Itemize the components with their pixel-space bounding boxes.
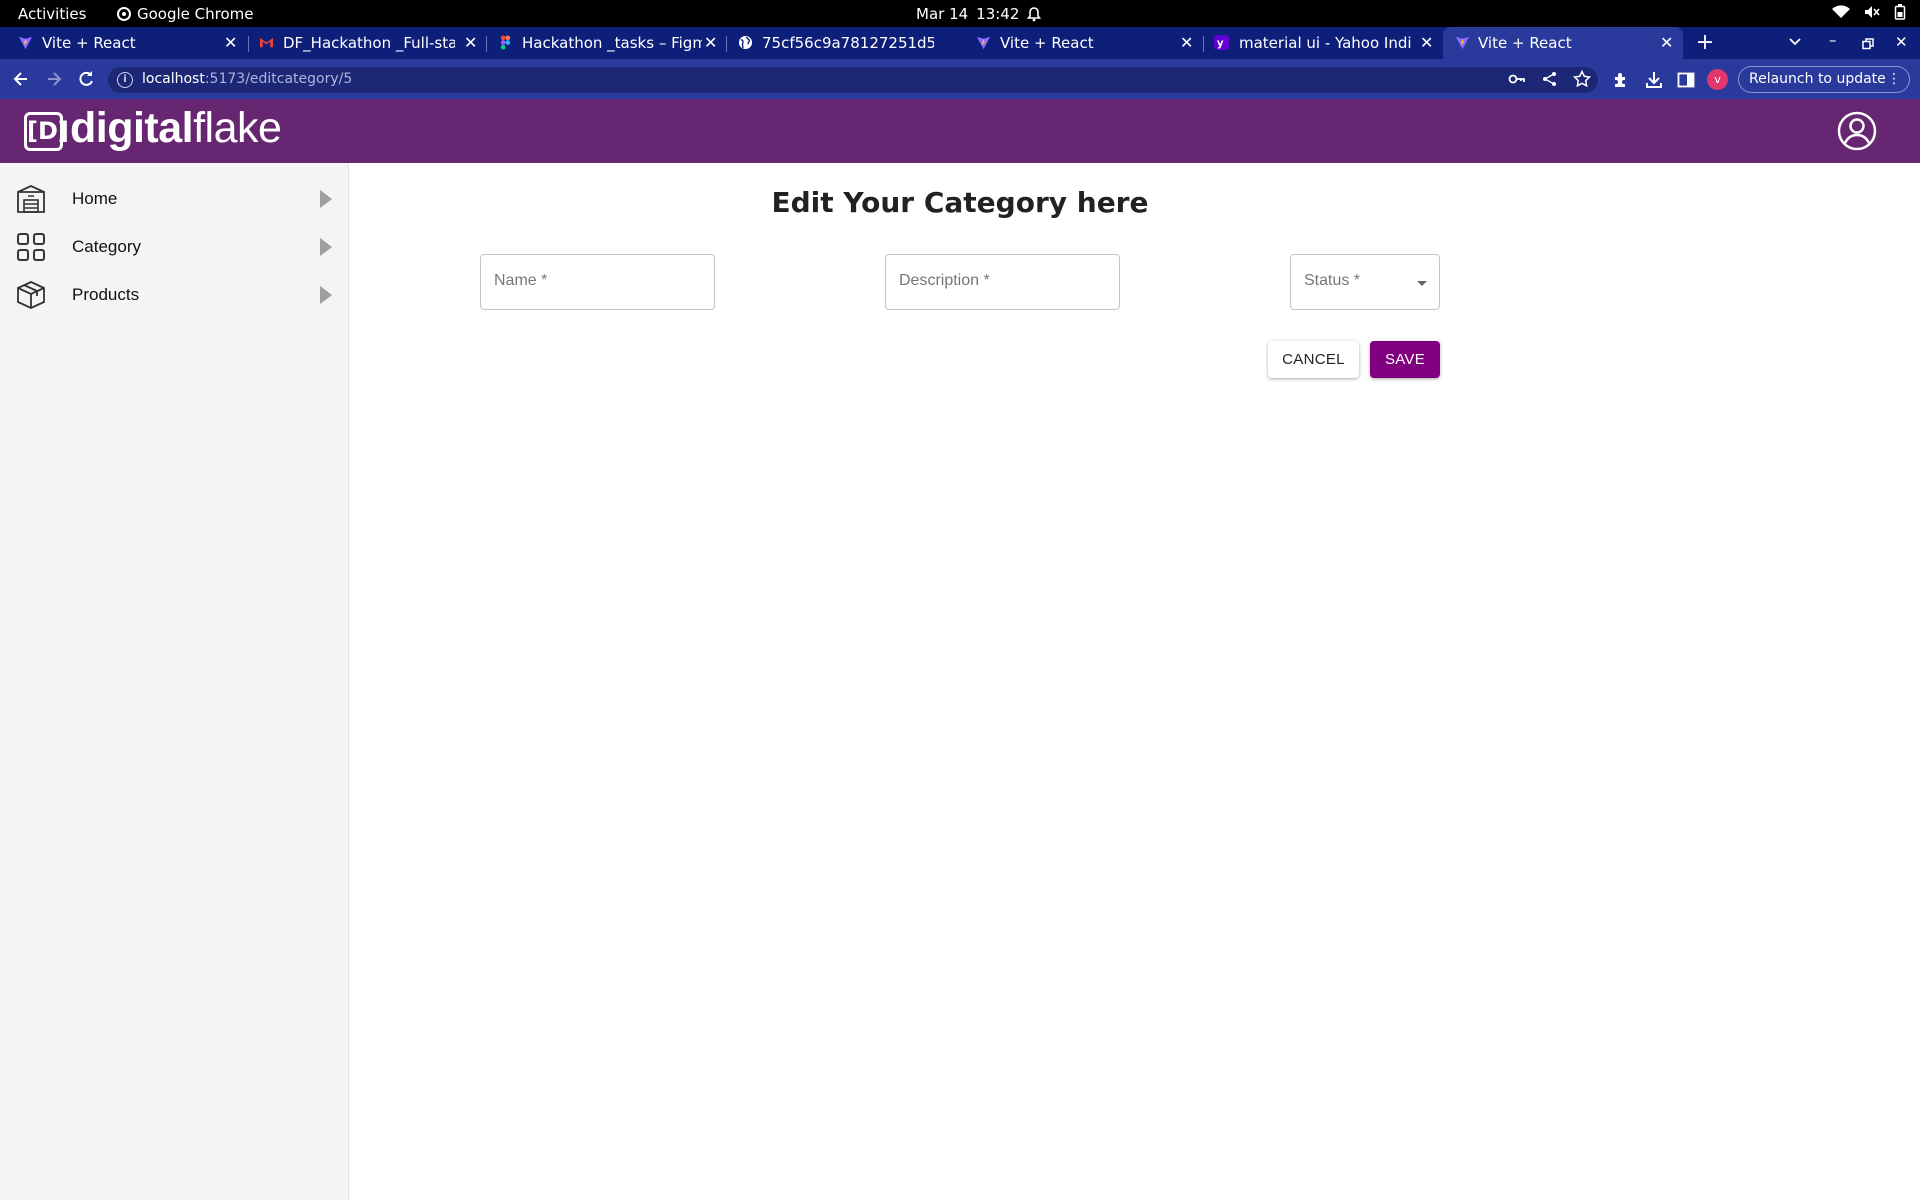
battery-icon: [1894, 4, 1906, 20]
close-icon[interactable]: ✕: [1420, 33, 1433, 52]
sidebar-item-label: Category: [72, 237, 141, 256]
figma-icon: [500, 35, 511, 50]
vite-icon: [18, 36, 33, 50]
browser-tab-active[interactable]: Vite + React ✕: [1443, 27, 1683, 59]
gmail-icon: [259, 37, 274, 48]
save-button[interactable]: SAVE: [1370, 341, 1440, 378]
tab-title: Vite + React: [1478, 34, 1572, 52]
yahoo-icon: y: [1214, 35, 1229, 50]
grid-icon: [17, 233, 45, 261]
browser-tab[interactable]: y material ui - Yahoo India S ✕: [1202, 27, 1442, 59]
browser-tab[interactable]: DF_Hackathon _Full-stac ✕: [242, 27, 482, 59]
sidebar: Home Category Products: [0, 163, 349, 1200]
app-header: [0, 99, 1920, 163]
tab-title: Vite + React: [42, 34, 136, 52]
logo-mark: [D]: [24, 112, 69, 151]
description-field-label: Description *: [899, 272, 990, 289]
browser-tab[interactable]: Vite + React ✕: [962, 27, 1202, 59]
sidebar-item-home[interactable]: Home: [0, 174, 349, 222]
cancel-button[interactable]: CANCEL: [1268, 341, 1359, 378]
profile-avatar[interactable]: v: [1707, 69, 1728, 90]
url-path: :5173/editcategory/5: [204, 71, 353, 87]
back-arrow-icon[interactable]: [11, 69, 31, 89]
name-field[interactable]: Name *: [480, 254, 715, 310]
extensions-icon[interactable]: [1612, 70, 1632, 90]
bell-icon: [1027, 6, 1042, 21]
status-select-label: Status *: [1304, 272, 1361, 289]
close-icon[interactable]: ✕: [1180, 33, 1193, 52]
sidebar-item-label: Home: [72, 189, 118, 208]
restore-icon[interactable]: [1862, 38, 1874, 50]
chevron-right-icon: [320, 190, 332, 208]
os-top-bar: Activities Google Chrome Mar 14 13:42: [0, 0, 1920, 27]
relaunch-label: Relaunch to update: [1749, 71, 1886, 87]
home-building-icon: [17, 185, 45, 213]
chevron-right-icon: [320, 238, 332, 256]
active-app-indicator[interactable]: Google Chrome: [117, 5, 254, 23]
tab-title: material ui - Yahoo India S: [1239, 34, 1411, 52]
vite-icon: [1455, 36, 1470, 50]
name-field-label: Name *: [494, 272, 548, 289]
chevron-right-icon: [320, 286, 332, 304]
kebab-menu-icon[interactable]: ⋮: [1887, 67, 1901, 92]
activities-button[interactable]: Activities: [18, 5, 86, 23]
logo-light-text: flake: [193, 104, 282, 152]
url-host: localhost: [142, 71, 205, 87]
sidebar-item-category[interactable]: Category: [0, 222, 349, 270]
sidebar-item-products[interactable]: Products: [0, 270, 349, 318]
browser-tab[interactable]: 75cf56c9a78127251d562b: [722, 27, 962, 59]
chrome-icon: [117, 7, 131, 21]
page-title: Edit Your Category here: [771, 186, 1149, 219]
close-icon[interactable]: ✕: [1660, 33, 1673, 52]
side-panel-icon[interactable]: [1676, 70, 1696, 90]
box-icon: [17, 281, 45, 309]
account-circle-icon[interactable]: [1837, 111, 1877, 151]
key-icon[interactable]: [1508, 70, 1526, 88]
clock-date: Mar 14: [916, 5, 969, 23]
tab-title: DF_Hackathon _Full-stac: [283, 34, 455, 52]
logo-bold-text: digital: [70, 104, 194, 152]
forward-arrow-icon[interactable]: [44, 69, 64, 89]
os-clock[interactable]: Mar 14 13:42: [916, 5, 1042, 23]
share-icon[interactable]: [1541, 70, 1559, 88]
tab-title: Vite + React: [1000, 34, 1094, 52]
system-tray[interactable]: [1832, 4, 1906, 20]
clock-time: 13:42: [976, 5, 1020, 23]
tab-strip: Vite + React ✕ DF_Hackathon _Full-stac ✕…: [0, 27, 1920, 59]
tab-title: Hackathon _tasks – Figma: [522, 34, 702, 52]
logo-wordmark: digitalflake: [70, 104, 282, 153]
relaunch-button[interactable]: Relaunch to update ⋮: [1738, 66, 1910, 93]
download-icon[interactable]: [1644, 70, 1664, 90]
svg-text:y: y: [1217, 37, 1224, 49]
close-icon[interactable]: ✕: [224, 33, 237, 52]
sidebar-item-label: Products: [72, 285, 140, 304]
active-app-name: Google Chrome: [137, 5, 254, 23]
volume-icon: [1865, 6, 1880, 18]
globe-icon: [738, 35, 753, 50]
browser-tab[interactable]: Hackathon _tasks – Figma ✕: [482, 27, 722, 59]
description-field[interactable]: Description *: [885, 254, 1120, 310]
tab-title: 75cf56c9a78127251d562b: [762, 34, 934, 52]
reload-icon[interactable]: [76, 69, 96, 89]
site-info-icon[interactable]: i: [117, 72, 133, 88]
browser-tab[interactable]: Vite + React ✕: [0, 27, 242, 59]
close-window-icon[interactable]: ✕: [1895, 33, 1908, 51]
dropdown-arrow-icon: [1417, 281, 1427, 286]
tab-search-icon[interactable]: [1788, 35, 1802, 49]
status-select[interactable]: Status *: [1290, 254, 1440, 310]
vite-icon: [976, 36, 991, 50]
close-icon[interactable]: ✕: [704, 33, 717, 52]
close-icon[interactable]: ✕: [464, 33, 477, 52]
bookmark-star-icon[interactable]: [1573, 70, 1591, 88]
url-text[interactable]: localhost:5173/editcategory/5: [142, 71, 352, 87]
minimize-icon[interactable]: –: [1829, 31, 1837, 49]
wifi-icon: [1832, 5, 1850, 19]
new-tab-button[interactable]: +: [1693, 27, 1717, 59]
